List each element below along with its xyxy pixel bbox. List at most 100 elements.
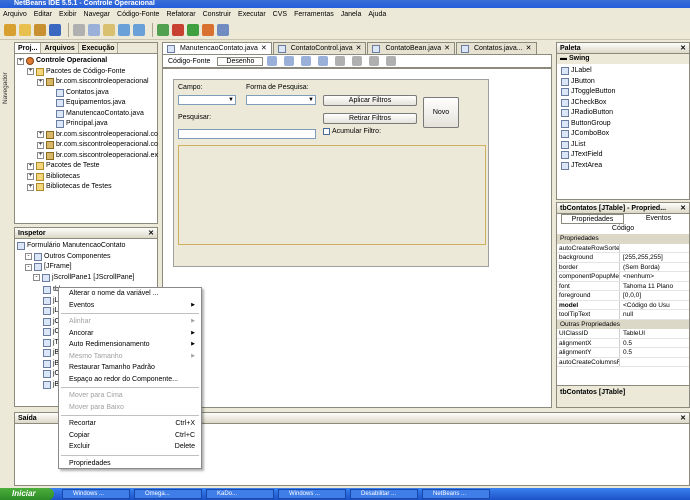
preview-icon[interactable]: [301, 56, 312, 66]
expand-icon[interactable]: +: [17, 57, 24, 65]
undo-icon[interactable]: [118, 23, 130, 36]
property-row[interactable]: model <Código do Usu: [557, 300, 689, 310]
taskbar-item[interactable]: NetBeans ...: [422, 489, 490, 499]
taskbar-item[interactable]: Desabilitar ...: [350, 489, 418, 499]
menu-1[interactable]: Editar: [34, 11, 52, 18]
menu-9[interactable]: Ferramentas: [294, 11, 334, 18]
editor-tab-0[interactable]: ManutencaoContato.java ✕: [162, 42, 272, 54]
context-menu-item[interactable]: Espaço ao redor do Componente...: [59, 374, 201, 386]
property-row[interactable]: foreground [0,0,0]: [557, 291, 689, 301]
context-menu-item[interactable]: Alterar o nome da variável ...: [59, 288, 201, 300]
project-tree-item[interactable]: Equipamentos.java: [17, 98, 155, 109]
acumular-checkbox[interactable]: [323, 128, 330, 135]
align-top-icon[interactable]: [369, 56, 380, 66]
property-value[interactable]: [619, 243, 689, 252]
property-value[interactable]: Tahoma 11 Plano: [619, 281, 689, 290]
forma-pesquisa-combo[interactable]: ▼: [246, 95, 316, 105]
other-properties-category[interactable]: Outras Propriedades: [557, 319, 689, 329]
menu-2[interactable]: Exibir: [59, 11, 77, 18]
profile-icon[interactable]: [217, 23, 229, 36]
close-icon[interactable]: ✕: [356, 43, 362, 55]
tab-propriedades[interactable]: Propriedades: [561, 214, 624, 224]
selection-mode-icon[interactable]: [267, 56, 278, 66]
tab-codigo[interactable]: Código: [557, 224, 689, 234]
left-tab-2[interactable]: Execução: [79, 43, 119, 53]
close-icon[interactable]: ✕: [444, 43, 450, 55]
project-tree-item[interactable]: Principal.java: [17, 119, 155, 130]
editor-tab-3[interactable]: Contatos.java... ✕: [456, 42, 537, 54]
pesquisar-field[interactable]: [178, 129, 316, 139]
palette-item[interactable]: JTextArea: [561, 161, 685, 172]
design-mode-button[interactable]: Desenho: [217, 56, 264, 66]
context-menu-item[interactable]: Recortar Ctrl+X: [59, 418, 201, 430]
property-value[interactable]: null: [619, 310, 689, 319]
novo-button[interactable]: Novo: [423, 97, 459, 128]
run-icon[interactable]: [187, 23, 199, 36]
property-row[interactable]: autoCreateRowSorte: [557, 243, 689, 253]
project-tree-item[interactable]: + Controle Operacional: [17, 56, 155, 67]
align-right-icon[interactable]: [335, 56, 346, 66]
expand-icon[interactable]: +: [27, 173, 34, 181]
taskbar-item[interactable]: Òmega...: [134, 489, 202, 499]
align-left-icon[interactable]: [318, 56, 329, 66]
palette-category[interactable]: ▬ Swing: [557, 54, 689, 64]
property-value[interactable]: 0.5: [619, 348, 689, 357]
menu-11[interactable]: Ajuda: [368, 11, 386, 18]
menu-8[interactable]: CVS: [273, 11, 287, 18]
context-menu-item[interactable]: Excluir Delete: [59, 441, 201, 453]
tab-eventos[interactable]: Eventos: [628, 214, 689, 224]
align-center-icon[interactable]: [352, 56, 363, 66]
align-bottom-icon[interactable]: [386, 56, 397, 66]
contatos-table[interactable]: [178, 145, 486, 245]
menu-4[interactable]: Código-Fonte: [117, 11, 159, 18]
campo-combo[interactable]: ▼: [178, 95, 236, 105]
clean-build-icon[interactable]: [172, 23, 184, 36]
property-row[interactable]: alignmentY 0.5: [557, 348, 689, 358]
retirar-filtros-button[interactable]: Retirar Filtros: [323, 113, 417, 124]
expand-icon[interactable]: +: [27, 162, 34, 170]
property-row[interactable]: background [255,255,255]: [557, 253, 689, 263]
property-value[interactable]: [255,255,255]: [619, 253, 689, 262]
jframe-form[interactable]: Campo: Forma de Pesquisa: ▼ ▼ Aplicar Fi…: [173, 79, 489, 267]
project-tree-item[interactable]: + br.com.siscontroleoperacional: [17, 77, 155, 88]
debug-icon[interactable]: [202, 23, 214, 36]
editor-tab-2[interactable]: ContatoBean.java ✕: [367, 42, 455, 54]
property-value[interactable]: <nenhum>: [619, 272, 689, 281]
aplicar-filtros-button[interactable]: Aplicar Filtros: [323, 95, 417, 106]
property-row[interactable]: alignmentX 0.5: [557, 338, 689, 348]
properties-category[interactable]: Propriedades: [557, 234, 689, 244]
palette-item[interactable]: JComboBox: [561, 129, 685, 140]
project-tree-item[interactable]: + Bibliotecas de Testes: [17, 182, 155, 193]
left-tab-1[interactable]: Arquivos: [41, 43, 79, 53]
palette-item[interactable]: JList: [561, 140, 685, 151]
menu-7[interactable]: Executar: [238, 11, 266, 18]
expand-icon[interactable]: -: [25, 253, 32, 261]
property-value[interactable]: (Sem Borda): [619, 262, 689, 271]
palette-item[interactable]: JLabel: [561, 66, 685, 77]
expand-icon[interactable]: +: [37, 131, 44, 139]
project-tree-item[interactable]: + Pacotes de Teste: [17, 161, 155, 172]
source-mode-button[interactable]: Código-Fonte: [165, 58, 213, 65]
project-tree-item[interactable]: + br.com.siscontroleoperacional.ex: [17, 151, 158, 162]
property-row[interactable]: toolTipText null: [557, 310, 689, 320]
project-tree-item[interactable]: + br.com.siscontroleoperacional.co: [17, 140, 158, 151]
expand-icon[interactable]: +: [27, 183, 34, 191]
property-row[interactable]: autoCreateColumnsF: [557, 357, 689, 367]
expand-icon[interactable]: -: [33, 274, 40, 282]
expand-icon[interactable]: -: [25, 263, 32, 271]
start-button[interactable]: Iniciar: [0, 488, 54, 500]
inspector-item[interactable]: - Outros Componentes: [17, 252, 155, 263]
open-project-icon[interactable]: [34, 23, 46, 36]
expand-icon[interactable]: +: [37, 78, 44, 86]
property-row[interactable]: font Tahoma 11 Plano: [557, 281, 689, 291]
editor-tab-1[interactable]: ContatoControl.java ✕: [272, 42, 367, 55]
close-icon[interactable]: ✕: [261, 43, 267, 55]
expand-icon[interactable]: +: [37, 141, 44, 149]
context-menu-item[interactable]: Propriedades: [59, 458, 201, 470]
new-file-icon[interactable]: [19, 23, 31, 36]
menu-10[interactable]: Janela: [341, 11, 362, 18]
inspector-item[interactable]: - jScrollPane1 [JScrollPane]: [17, 273, 155, 284]
property-value[interactable]: TableUI: [619, 329, 689, 338]
context-menu-item[interactable]: Ancorar ▶: [59, 328, 201, 340]
menu-3[interactable]: Navegar: [84, 11, 110, 18]
